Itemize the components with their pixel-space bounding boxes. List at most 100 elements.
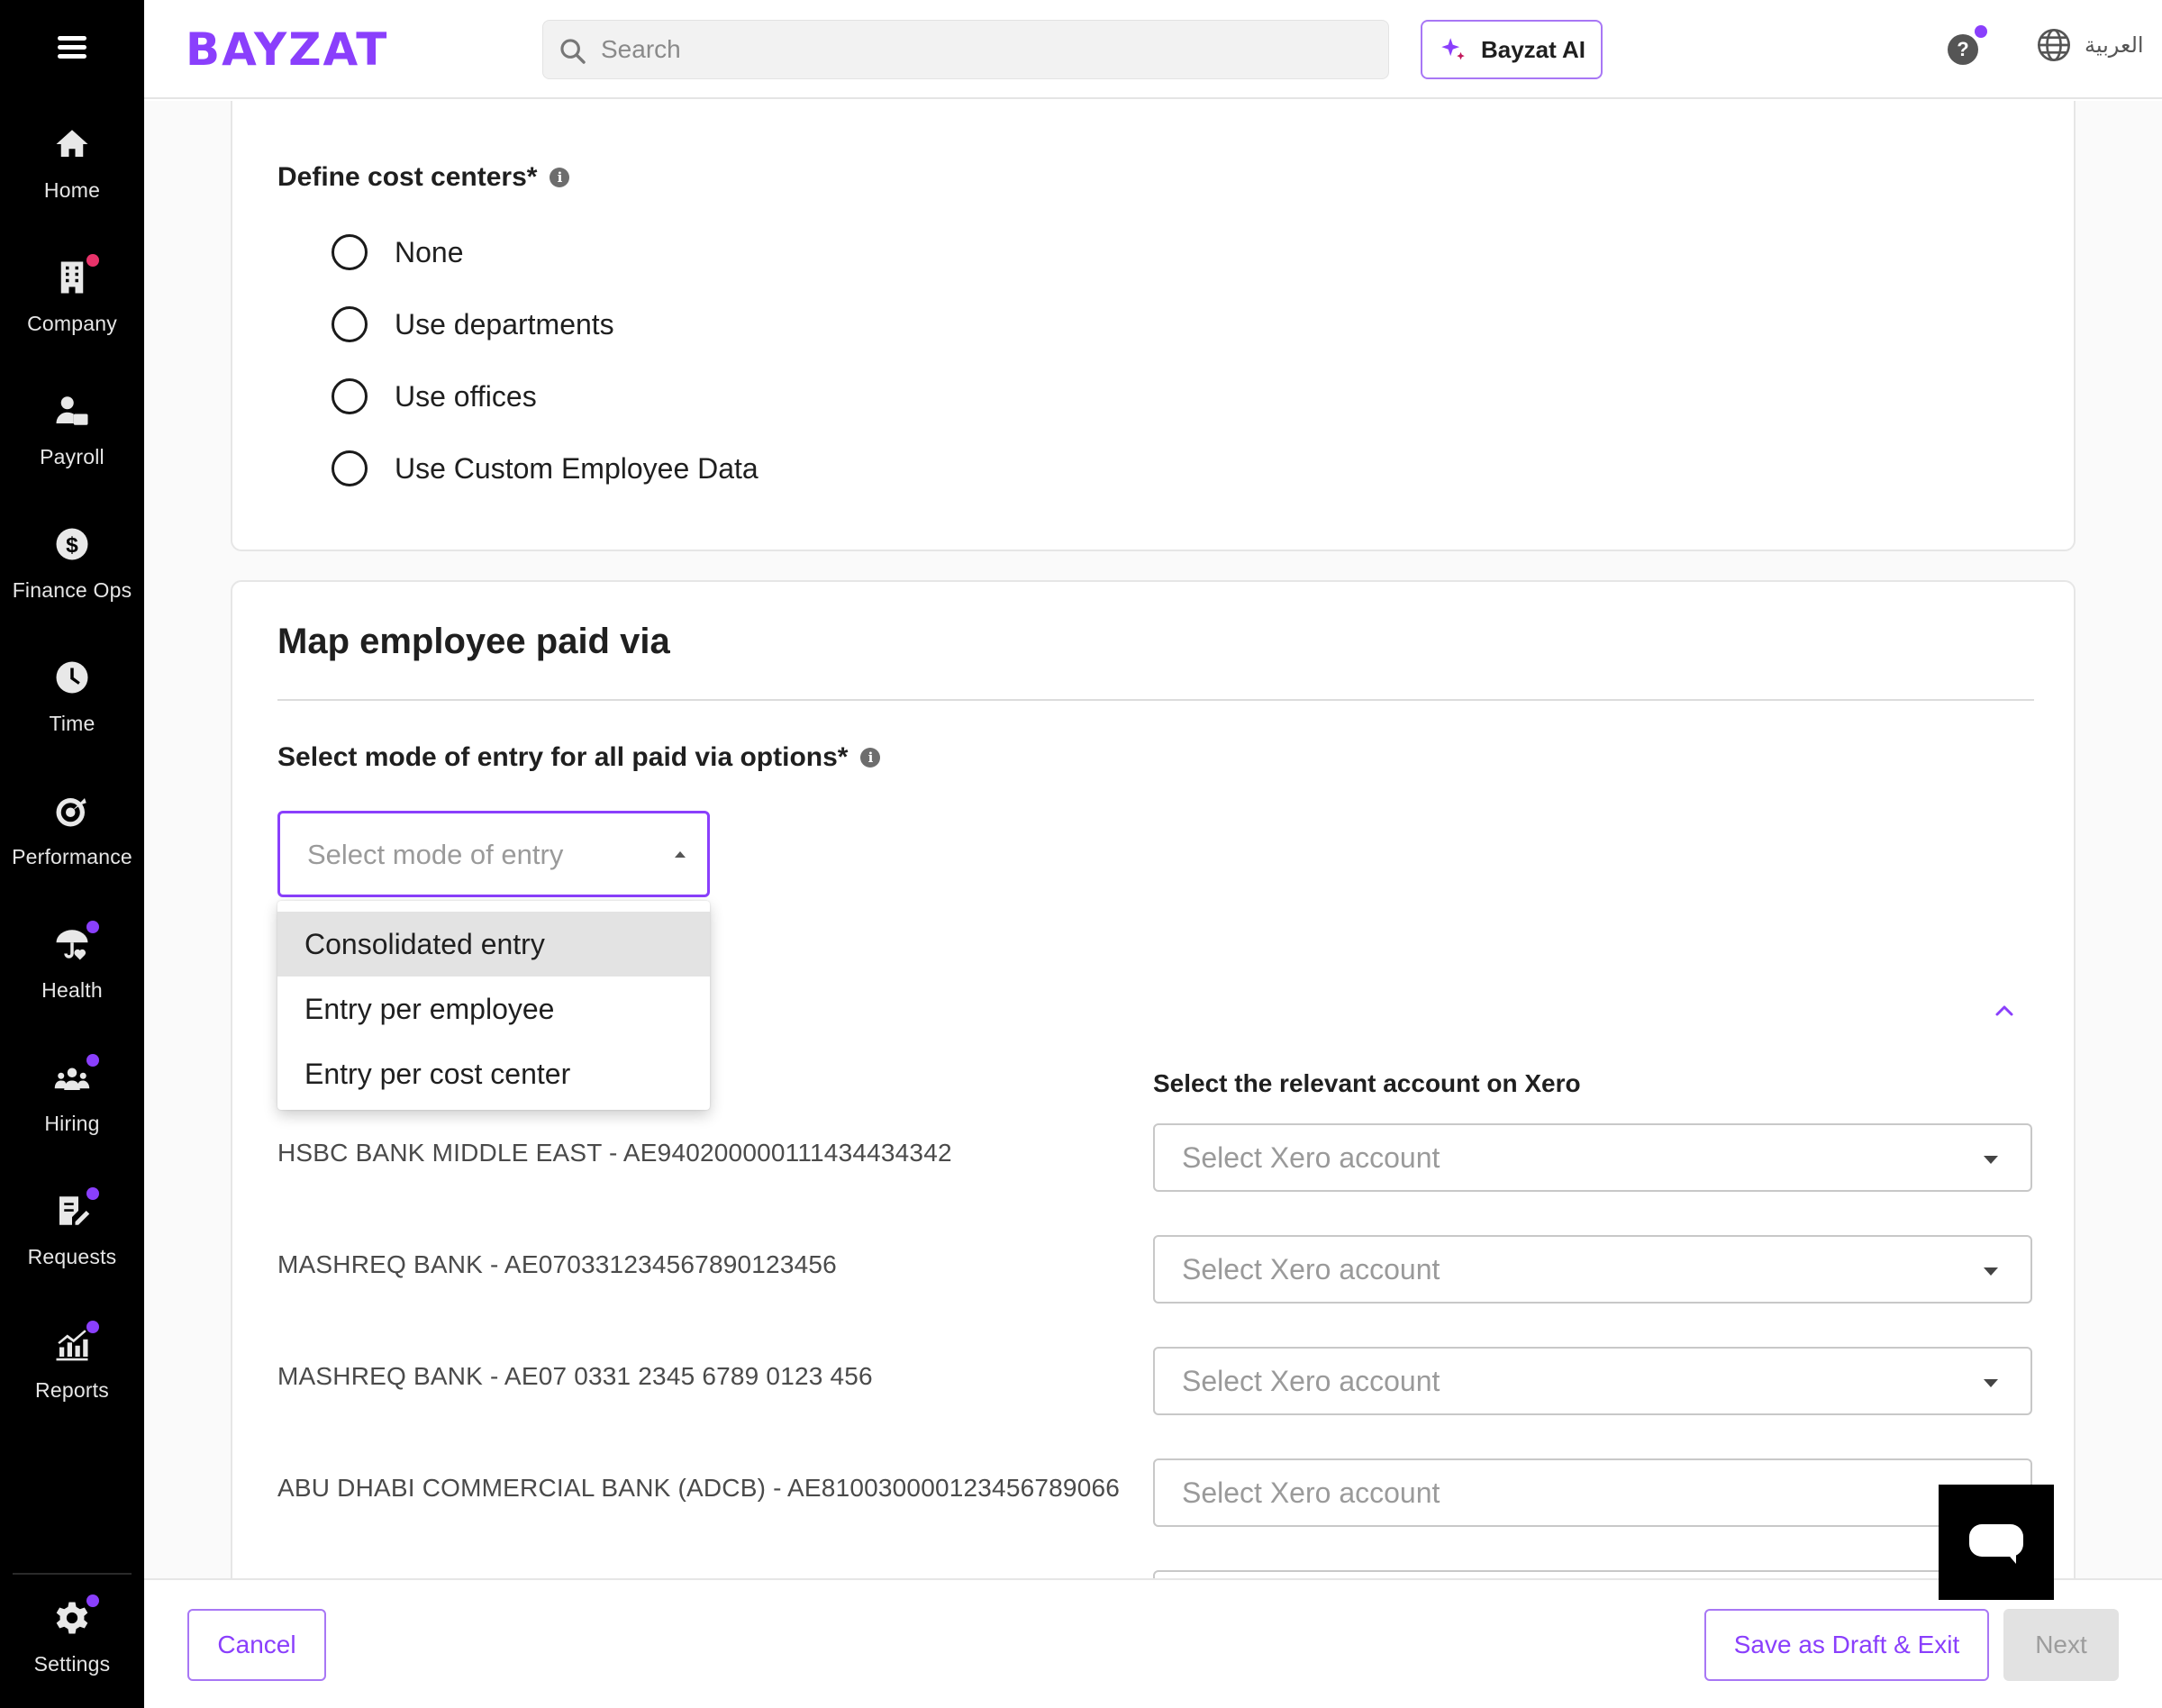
language-label: العربية: [2085, 32, 2144, 58]
chart-icon: [50, 1321, 99, 1366]
sidebar-item-settings[interactable]: Settings: [0, 1594, 144, 1708]
radio-circle[interactable]: [332, 306, 368, 342]
search-icon: [560, 39, 586, 64]
xero-account-select[interactable]: [1153, 1570, 2032, 1578]
notification-dot: [86, 1321, 99, 1333]
sidebar-item-label: Home: [43, 178, 101, 202]
xero-account-select[interactable]: Select Xero account: [1153, 1123, 2032, 1192]
info-icon[interactable]: i: [550, 168, 570, 187]
radio-label: Use offices: [395, 379, 537, 413]
clock-icon: [50, 656, 94, 699]
notification-dot: [86, 1054, 99, 1067]
bayzat-ai-button[interactable]: Bayzat AI: [1421, 20, 1603, 79]
sidebar-item-label: Health: [41, 978, 103, 1002]
xero-column-label: Select the relevant account on Xero: [1153, 1069, 1581, 1097]
sidebar-item-payroll[interactable]: Payroll: [0, 389, 144, 515]
sidebar-item-hiring[interactable]: Hiring: [0, 1054, 144, 1182]
bank-label: MASHREQ BANK - AE07 0331 2345 6789 0123 …: [277, 1362, 873, 1390]
next-button[interactable]: Next: [2003, 1609, 2119, 1681]
section-divider: [277, 699, 2034, 701]
caret-down-icon: [1984, 1379, 1998, 1387]
radio-label: None: [395, 235, 464, 268]
cost-centers-label: Define cost centers* i: [277, 162, 570, 193]
globe-icon: [2038, 29, 2070, 61]
sidebar-item-label: Requests: [27, 1245, 117, 1268]
sidebar-item-label: Settings: [33, 1652, 111, 1676]
cancel-button[interactable]: Cancel: [187, 1609, 326, 1681]
main-content: Define cost centers* i None Use departme…: [144, 101, 2162, 1578]
sidebar-item-label: Hiring: [44, 1112, 100, 1135]
xero-account-select[interactable]: Select Xero account: [1153, 1235, 2032, 1304]
chevron-up-icon[interactable]: [1994, 1000, 2015, 1022]
search-bar[interactable]: [542, 20, 1389, 79]
notification-dot: [86, 254, 99, 267]
chat-support-button[interactable]: [1939, 1485, 2054, 1600]
info-icon[interactable]: i: [860, 748, 881, 768]
radio-use-custom-employee-data[interactable]: Use Custom Employee Data: [332, 450, 759, 486]
sidebar-item-label: Payroll: [40, 445, 104, 468]
cost-centers-label-text: Define cost centers*: [277, 162, 538, 192]
help-label: ?: [1957, 38, 1969, 60]
dollar-icon: $: [50, 522, 94, 566]
section-title: Map employee paid via: [277, 622, 670, 661]
xero-account-select[interactable]: Select Xero account: [1153, 1458, 2032, 1527]
footer-bar: Cancel Save as Draft & Exit Next: [144, 1578, 2162, 1708]
gear-icon: [50, 1594, 99, 1640]
mode-of-entry-label-text: Select mode of entry for all paid via op…: [277, 742, 849, 772]
xero-account-select[interactable]: Select Xero account: [1153, 1347, 2032, 1415]
hamburger-menu-icon[interactable]: [54, 32, 90, 65]
sidebar-item-home[interactable]: Home: [0, 123, 144, 249]
notification-dot: [1975, 25, 1987, 38]
bank-label: HSBC BANK MIDDLE EAST - AE94020000011143…: [277, 1139, 952, 1167]
sidebar-item-performance[interactable]: Performance: [0, 789, 144, 915]
sidebar-item-time[interactable]: Time: [0, 656, 144, 782]
caret-down-icon: [1984, 1267, 1998, 1276]
mode-of-entry-label: Select mode of entry for all paid via op…: [277, 742, 881, 773]
option-entry-per-cost-center[interactable]: Entry per cost center: [277, 1041, 710, 1106]
radio-use-departments[interactable]: Use departments: [332, 306, 614, 342]
sidebar-item-reports[interactable]: Reports: [0, 1321, 144, 1449]
sidebar-item-requests[interactable]: Requests: [0, 1187, 144, 1315]
notification-dot: [86, 921, 99, 933]
option-entry-per-employee[interactable]: Entry per employee: [277, 977, 710, 1041]
radio-label: Use Custom Employee Data: [395, 451, 759, 485]
radio-circle[interactable]: [332, 378, 368, 414]
select-placeholder: Select Xero account: [1182, 1141, 1440, 1174]
sidebar-item-company[interactable]: Company: [0, 254, 144, 382]
caret-down-icon: [1984, 1156, 1998, 1164]
sidebar-item-label: Time: [49, 712, 95, 735]
radio-none[interactable]: None: [332, 234, 464, 270]
language-switcher[interactable]: العربية: [2036, 27, 2144, 63]
sidebar-item-label: Company: [27, 312, 117, 335]
radio-use-offices[interactable]: Use offices: [332, 378, 537, 414]
chat-bubble-tail: [2005, 1551, 2016, 1564]
building-icon: [50, 254, 99, 299]
bayzat-logo[interactable]: BAYZAT: [186, 23, 388, 76]
sidebar-item-finance-ops[interactable]: $ Finance Ops: [0, 522, 144, 649]
sidebar: Home Company Payroll $ Finance Ops Time …: [0, 0, 144, 1708]
radio-circle[interactable]: [332, 234, 368, 270]
bank-label: MASHREQ BANK - AE070331234567890123456: [277, 1250, 837, 1278]
sidebar-item-health[interactable]: Health: [0, 921, 144, 1049]
option-consolidated-entry[interactable]: Consolidated entry: [277, 912, 710, 977]
sparkle-icon: [1441, 38, 1465, 60]
sidebar-item-label: Reports: [35, 1378, 109, 1402]
people-icon: [50, 1054, 99, 1099]
target-icon: [50, 789, 94, 832]
notification-dot: [86, 1594, 99, 1607]
mode-of-entry-select[interactable]: Select mode of entry: [277, 811, 710, 897]
bank-label: ABU DHABI COMMERCIAL BANK (ADCB) - AE810…: [277, 1474, 1121, 1502]
help-icon[interactable]: ?: [1948, 25, 1987, 65]
top-bar: BAYZAT Bayzat AI ? العربية: [144, 0, 2162, 99]
sidebar-item-label: Finance Ops: [12, 578, 132, 602]
payroll-icon: [50, 389, 94, 432]
radio-label: Use departments: [395, 307, 614, 341]
radio-circle[interactable]: [332, 450, 368, 486]
select-placeholder: Select Xero account: [1182, 1476, 1440, 1509]
sidebar-item-label: Performance: [12, 845, 132, 868]
search-input[interactable]: [601, 21, 1376, 78]
save-draft-exit-button[interactable]: Save as Draft & Exit: [1704, 1609, 1989, 1681]
umbrella-heart-icon: [50, 921, 99, 966]
caret-up-icon: [675, 851, 686, 858]
svg-text:$: $: [66, 533, 78, 558]
